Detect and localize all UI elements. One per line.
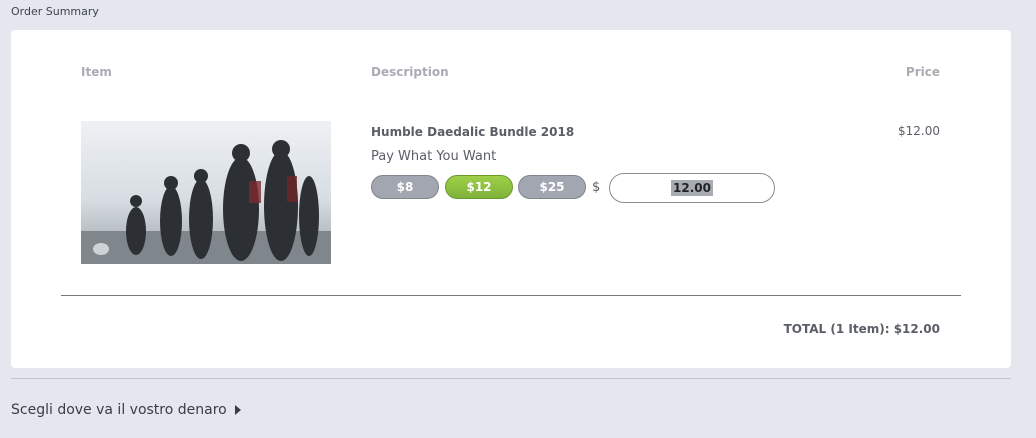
order-total: TOTAL (1 Item): $12.00: [783, 322, 940, 336]
order-summary-card: Item Description Price Humble Daedalic B…: [11, 30, 1011, 368]
money-allocation-toggle[interactable]: Scegli dove va il vostro denaro: [11, 402, 241, 418]
custom-amount-input[interactable]: 12.00: [609, 173, 775, 203]
section-divider: [11, 378, 1011, 379]
summary-divider: [61, 295, 961, 296]
custom-amount-value[interactable]: 12.00: [671, 180, 713, 196]
money-allocation-label[interactable]: Scegli dove va il vostro denaro: [11, 402, 227, 418]
price-option-8-button[interactable]: $8: [371, 175, 439, 199]
order-summary-title: Order Summary: [11, 5, 99, 18]
column-header-item: Item: [81, 65, 112, 79]
column-header-price: Price: [905, 65, 940, 79]
price-option-12-button[interactable]: $12: [445, 175, 513, 199]
column-header-description: Description: [371, 65, 449, 79]
product-title: Humble Daedalic Bundle 2018: [371, 125, 575, 139]
price-option-25-button[interactable]: $25: [518, 175, 586, 199]
bundle-artwork-image: [81, 121, 331, 264]
pay-what-you-want-label: Pay What You Want: [371, 149, 497, 164]
currency-symbol: $: [592, 180, 601, 195]
item-price: $12.00: [898, 124, 940, 138]
caret-right-icon[interactable]: [234, 405, 241, 415]
